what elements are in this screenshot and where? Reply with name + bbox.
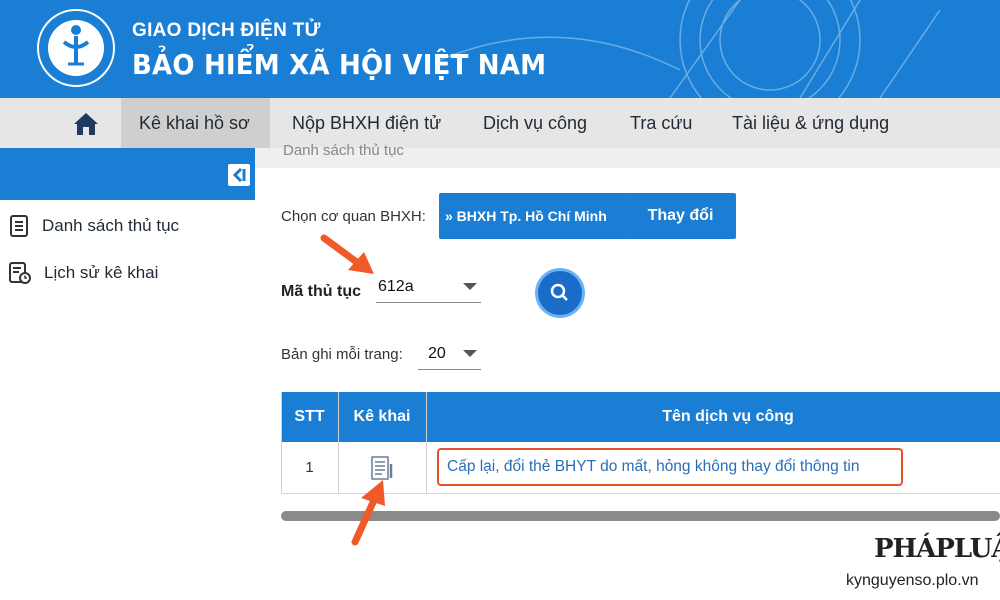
per-page-label: Bản ghi mỗi trang: [281, 346, 403, 363]
nav-item-nop-bhxh[interactable]: Nộp BHXH điện tử [292, 98, 441, 148]
search-button[interactable] [538, 271, 582, 315]
nav-item-dich-vu-cong[interactable]: Dịch vụ công [483, 98, 587, 148]
bhxh-logo [37, 9, 115, 87]
brand-line-1: GIAO DỊCH ĐIỆN TỬ [132, 20, 321, 41]
procedure-code-value: 612a [378, 278, 414, 295]
home-icon[interactable] [72, 111, 100, 137]
sidebar: Danh sách thủ tục Lịch sử kê khai [0, 148, 255, 600]
nav-item-tra-cuu[interactable]: Tra cứu [630, 98, 692, 148]
site-header: GIAO DỊCH ĐIỆN TỬ BẢO HIỂM XÃ HỘI VIỆT N… [0, 0, 1000, 98]
row-stt: 1 [305, 459, 314, 476]
annotation-arrow-icon [351, 480, 385, 546]
document-list-icon [10, 215, 28, 237]
column-divider [426, 392, 427, 494]
sidebar-item-lich-su[interactable]: Lịch sử kê khai [8, 258, 158, 288]
main-nav: Kê khai hồ sơ Nộp BHXH điện tử Dịch vụ c… [0, 98, 1000, 148]
procedure-code-label: Mã thủ tục [281, 283, 361, 300]
sidebar-item-label: Lịch sử kê khai [44, 263, 159, 282]
sidebar-item-label: Danh sách thủ tục [42, 216, 180, 235]
brand-line-2: BẢO HIỂM XÃ HỘI VIỆT NAM [132, 48, 547, 81]
agency-label: Chọn cơ quan BHXH: [281, 208, 426, 225]
sidebar-header [0, 148, 255, 200]
agency-select-button[interactable]: » BHXH Tp. Hồ Chí Minh [439, 193, 627, 239]
column-header-stt: STT [294, 408, 325, 425]
search-icon [550, 283, 568, 301]
column-header-ten-dich-vu: Tên dịch vụ công [662, 408, 794, 425]
watermark-url: kynguyenso.plo.vn [846, 572, 979, 589]
table-header: STT Kê khai Tên dịch vụ công [281, 392, 1000, 442]
nav-item-ke-khai[interactable]: Kê khai hồ sơ [121, 98, 270, 148]
change-agency-button[interactable]: Thay đổi [625, 193, 736, 239]
chevron-down-icon [463, 283, 477, 290]
service-name-link[interactable]: Cấp lại, đổi thẻ BHYT do mất, hỏng không… [437, 448, 903, 486]
annotation-arrow-icon [320, 234, 374, 274]
per-page-value: 20 [428, 345, 446, 362]
nav-item-tai-lieu[interactable]: Tài liệu & ứng dụng [732, 98, 889, 148]
chevron-down-icon [463, 350, 477, 357]
breadcrumb: Danh sách thủ tục [283, 142, 404, 159]
collapse-sidebar-icon[interactable] [228, 164, 250, 186]
history-document-icon [9, 262, 31, 284]
procedure-code-select[interactable]: 612a [376, 273, 481, 303]
column-divider [338, 392, 339, 494]
watermark-logo: PHÁPLUẬT [874, 534, 1000, 564]
column-header-ke-khai: Kê khai [353, 408, 411, 425]
table-border-left [281, 392, 282, 494]
sidebar-item-danh-sach[interactable]: Danh sách thủ tục [8, 211, 179, 241]
per-page-select[interactable]: 20 [418, 340, 481, 370]
breadcrumb-band: Danh sách thủ tục [255, 142, 1000, 168]
